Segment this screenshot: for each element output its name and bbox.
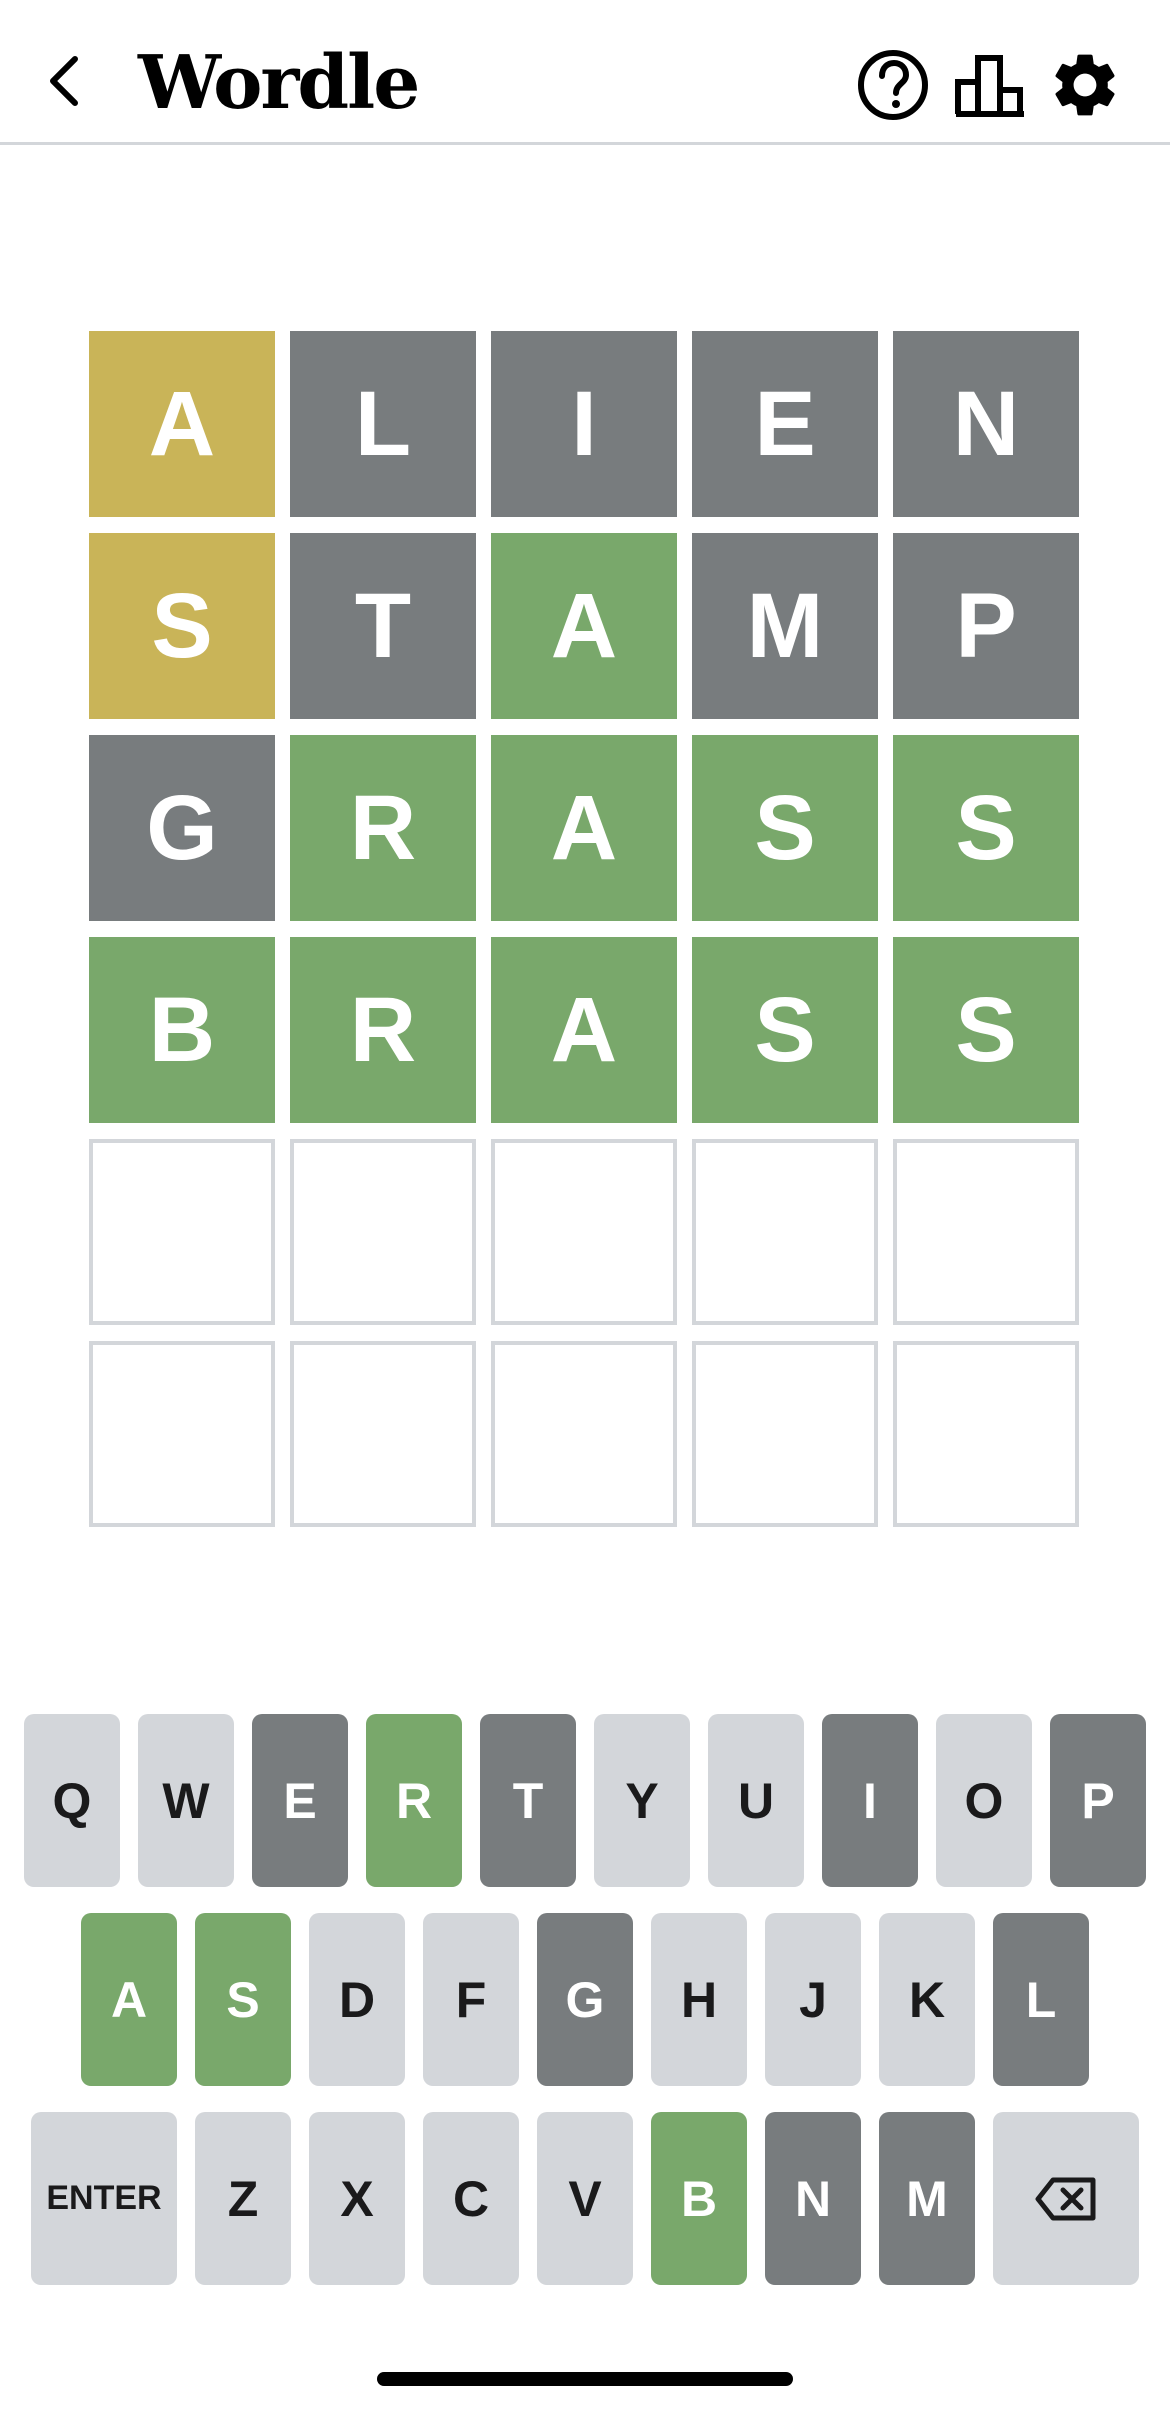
- key-t[interactable]: T: [480, 1714, 576, 1887]
- key-v[interactable]: V: [537, 2112, 633, 2285]
- settings-button[interactable]: [1045, 45, 1125, 125]
- key-z[interactable]: Z: [195, 2112, 291, 2285]
- on-screen-keyboard: Q W E R T Y U I O P A S D F G H J K L ENTER Z X C V B N M: [23, 1714, 1147, 2311]
- tile: R: [290, 937, 476, 1123]
- board-row: ALIEN: [89, 331, 1081, 517]
- enter-key[interactable]: ENTER: [31, 2112, 177, 2285]
- board-row: [89, 1139, 1081, 1325]
- tile: A: [491, 735, 677, 921]
- key-q[interactable]: Q: [24, 1714, 120, 1887]
- board-row: BRASS: [89, 937, 1081, 1123]
- key-f[interactable]: F: [423, 1913, 519, 2086]
- help-circle-icon: [858, 50, 928, 120]
- home-indicator: [377, 2372, 793, 2386]
- key-m[interactable]: M: [879, 2112, 975, 2285]
- tile: A: [491, 533, 677, 719]
- help-button[interactable]: [853, 45, 933, 125]
- key-x[interactable]: X: [309, 2112, 405, 2285]
- tile: G: [89, 735, 275, 921]
- key-b[interactable]: B: [651, 2112, 747, 2285]
- app-header: Wordle: [0, 0, 1170, 145]
- key-i[interactable]: I: [822, 1714, 918, 1887]
- key-s[interactable]: S: [195, 1913, 291, 2086]
- back-button[interactable]: [40, 46, 90, 116]
- key-e[interactable]: E: [252, 1714, 348, 1887]
- tile: P: [893, 533, 1079, 719]
- board-row: [89, 1341, 1081, 1527]
- key-y[interactable]: Y: [594, 1714, 690, 1887]
- tile: [290, 1139, 476, 1325]
- tile: [893, 1341, 1079, 1527]
- tile: [491, 1341, 677, 1527]
- key-a[interactable]: A: [81, 1913, 177, 2086]
- tile: L: [290, 331, 476, 517]
- tile: E: [692, 331, 878, 517]
- tile: T: [290, 533, 476, 719]
- game-board: ALIENSTAMPGRASSBRASS: [89, 331, 1081, 1543]
- tile: R: [290, 735, 476, 921]
- bar-chart-icon: [955, 55, 1024, 117]
- tile: S: [692, 937, 878, 1123]
- key-p[interactable]: P: [1050, 1714, 1146, 1887]
- keyboard-row: ENTER Z X C V B N M: [23, 2112, 1147, 2285]
- keyboard-row: QWERTYUIOP: [23, 1714, 1147, 1887]
- gear-icon: [1055, 54, 1115, 116]
- tile: [290, 1341, 476, 1527]
- tile: M: [692, 533, 878, 719]
- key-u[interactable]: U: [708, 1714, 804, 1887]
- tile: N: [893, 331, 1079, 517]
- tile: [692, 1139, 878, 1325]
- key-w[interactable]: W: [138, 1714, 234, 1887]
- tile: S: [893, 735, 1079, 921]
- key-j[interactable]: J: [765, 1913, 861, 2086]
- key-h[interactable]: H: [651, 1913, 747, 2086]
- board-row: STAMP: [89, 533, 1081, 719]
- tile: [491, 1139, 677, 1325]
- key-d[interactable]: D: [309, 1913, 405, 2086]
- tile: S: [692, 735, 878, 921]
- tile: S: [893, 937, 1079, 1123]
- tile: [89, 1139, 275, 1325]
- key-l[interactable]: L: [993, 1913, 1089, 2086]
- chevron-left-icon: [50, 56, 78, 106]
- tile: S: [89, 533, 275, 719]
- tile: B: [89, 937, 275, 1123]
- tile: [692, 1341, 878, 1527]
- key-o[interactable]: O: [936, 1714, 1032, 1887]
- backspace-key[interactable]: [993, 2112, 1139, 2285]
- key-g[interactable]: G: [537, 1913, 633, 2086]
- keyboard-row: ASDFGHJKL: [23, 1913, 1147, 2086]
- statistics-button[interactable]: [950, 45, 1030, 125]
- tile: [89, 1341, 275, 1527]
- backspace-icon: [1035, 2177, 1096, 2220]
- page-title: Wordle: [138, 40, 420, 126]
- tile: A: [89, 331, 275, 517]
- tile: A: [491, 937, 677, 1123]
- board-row: GRASS: [89, 735, 1081, 921]
- key-n[interactable]: N: [765, 2112, 861, 2285]
- tile: I: [491, 331, 677, 517]
- key-r[interactable]: R: [366, 1714, 462, 1887]
- key-c[interactable]: C: [423, 2112, 519, 2285]
- tile: [893, 1139, 1079, 1325]
- key-k[interactable]: K: [879, 1913, 975, 2086]
